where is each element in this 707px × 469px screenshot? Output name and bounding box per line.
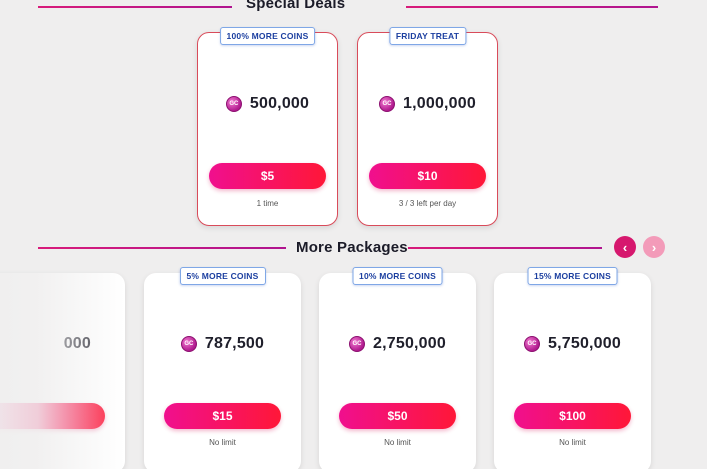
next-arrow-glyph: › — [651, 239, 657, 255]
buy-button[interactable]: $5 — [209, 163, 326, 189]
gold-coin-icon: GC — [379, 96, 395, 112]
coin-amount-row: GC 2,750,000 — [319, 335, 476, 353]
buy-button[interactable]: $10 — [369, 163, 486, 189]
coin-amount: 1,000,000 — [403, 95, 476, 112]
coin-amount: 5,750,000 — [548, 335, 621, 352]
purchase-limit: 3 / 3 left per day — [398, 199, 457, 208]
bonus-badge: 10% MORE COINS — [352, 267, 443, 285]
purchase-limit: 1 time — [256, 199, 279, 208]
coin-amount-row: GC 1,000,000 — [358, 95, 497, 113]
package-card[interactable]: 10% MORE COINS GC 2,750,000 $50 No limit — [319, 267, 476, 469]
purchase-limit: No limit — [559, 438, 586, 447]
header-divider-right — [408, 247, 602, 249]
bonus-badge: FRIDAY TREAT — [388, 27, 467, 45]
buy-button[interactable]: $50 — [339, 403, 456, 429]
header-divider-right — [406, 6, 658, 8]
special-deal-card[interactable]: FRIDAY TREAT GC 1,000,000 $10 3 / 3 left… — [357, 27, 498, 226]
chevron-left-icon[interactable]: ‹ — [614, 236, 636, 258]
prev-arrow-glyph: ‹ — [622, 239, 628, 255]
buy-button[interactable] — [0, 403, 105, 429]
more-packages-header: More Packages — [0, 236, 707, 260]
buy-button[interactable]: $15 — [164, 403, 281, 429]
buy-button[interactable]: $100 — [514, 403, 631, 429]
purchase-limit: No limit — [209, 438, 236, 447]
coin-amount: 000 — [63, 335, 91, 352]
package-card[interactable]: 5% MORE COINS GC 787,500 $15 No limit — [144, 267, 301, 469]
coin-amount-row: GC 5,750,000 — [494, 335, 651, 353]
header-divider-left — [38, 6, 232, 8]
fade-overlay — [0, 273, 125, 469]
header-divider-left — [38, 247, 286, 249]
bonus-badge: 100% MORE COINS — [219, 27, 316, 45]
package-card[interactable]: 15% MORE COINS GC 5,750,000 $100 No limi… — [494, 267, 651, 469]
gold-coin-icon: GC — [524, 336, 540, 352]
package-card-partial[interactable]: 000 — [0, 273, 125, 469]
special-deals-title: Special Deals — [246, 0, 346, 12]
coin-amount-row: 000 — [0, 335, 91, 353]
special-deal-card[interactable]: 100% MORE COINS GC 500,000 $5 1 time — [197, 27, 338, 226]
more-packages-title: More Packages — [296, 239, 408, 256]
bonus-badge: 15% MORE COINS — [527, 267, 618, 285]
coin-amount: 2,750,000 — [373, 335, 446, 352]
gold-coin-icon: GC — [225, 96, 242, 112]
coin-amount: 500,000 — [249, 95, 310, 112]
special-deals-header: Special Deals — [0, 0, 707, 19]
chevron-right-icon[interactable]: › — [643, 236, 665, 258]
gold-coin-icon: GC — [349, 336, 365, 352]
coin-amount-row: GC 500,000 — [198, 95, 337, 113]
coin-amount-row: GC 787,500 — [144, 335, 301, 353]
gold-coin-icon: GC — [180, 336, 197, 352]
bonus-badge: 5% MORE COINS — [179, 267, 266, 285]
purchase-limit: No limit — [384, 438, 411, 447]
coin-amount: 787,500 — [204, 335, 265, 352]
